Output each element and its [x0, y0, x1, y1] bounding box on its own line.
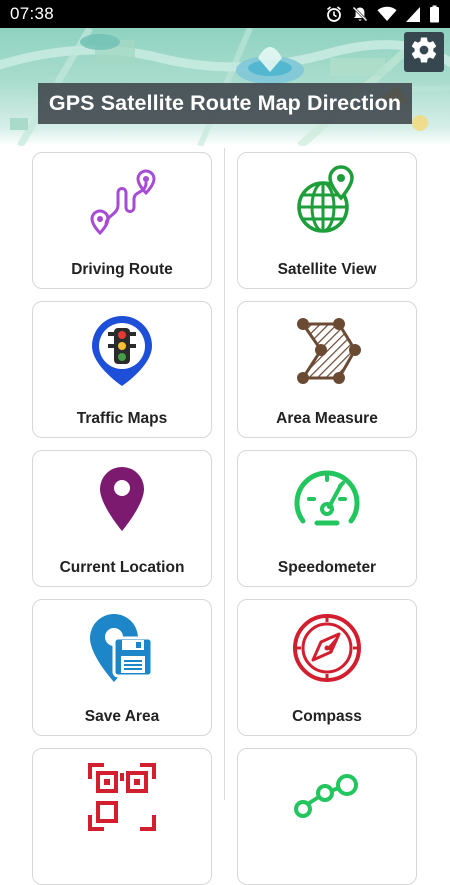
- header-banner: GPS Satellite Route Map Direction: [0, 28, 450, 146]
- location-pin-icon: [84, 461, 160, 537]
- menu-tile-label: Traffic Maps: [76, 410, 168, 427]
- polygon-area-icon: [289, 312, 365, 388]
- menu-tile-label: Current Location: [59, 559, 185, 576]
- menu-tile-compass[interactable]: Compass: [237, 599, 417, 736]
- menu-tile-label: Driving Route: [71, 261, 173, 278]
- menu-tile-traffic-maps[interactable]: Traffic Maps: [32, 301, 212, 438]
- menu-tile-label: Save Area: [84, 708, 160, 725]
- share-nodes-icon: [289, 759, 365, 835]
- settings-button[interactable]: [404, 32, 444, 72]
- column-divider: [224, 148, 225, 800]
- menu-tile-label: Area Measure: [276, 410, 378, 427]
- menu-tile-save-area[interactable]: Save Area: [32, 599, 212, 736]
- status-bar: 07:38: [0, 0, 450, 28]
- alarm-icon: [325, 5, 343, 23]
- traffic-light-pin-icon: [84, 312, 160, 388]
- route-pins-icon: [84, 163, 160, 239]
- status-time: 07:38: [10, 4, 55, 23]
- page-title: GPS Satellite Route Map Direction: [38, 83, 412, 124]
- status-icons: [325, 5, 440, 23]
- menu-tile-area-measure[interactable]: Area Measure: [237, 301, 417, 438]
- qr-code-icon: [84, 759, 160, 835]
- menu-tile-driving-route[interactable]: Driving Route: [32, 152, 212, 289]
- notifications-off-icon: [351, 5, 369, 23]
- signal-icon: [405, 5, 421, 23]
- menu-tile-share[interactable]: [237, 748, 417, 885]
- menu-tile-speedometer[interactable]: Speedometer: [237, 450, 417, 587]
- menu-tile-current-location[interactable]: Current Location: [32, 450, 212, 587]
- save-pin-icon: [84, 610, 160, 686]
- compass-icon: [289, 610, 365, 686]
- menu-tile-satellite-view[interactable]: Satellite View: [237, 152, 417, 289]
- menu-tile-qr-scanner[interactable]: [32, 748, 212, 885]
- globe-pin-icon: [289, 163, 365, 239]
- menu-tile-label: Compass: [292, 708, 362, 725]
- gear-icon: [409, 35, 439, 70]
- battery-icon: [429, 5, 440, 23]
- menu-tile-label: Satellite View: [277, 261, 377, 278]
- wifi-icon: [377, 5, 397, 23]
- speedometer-icon: [289, 461, 365, 537]
- menu-tile-label: Speedometer: [277, 559, 377, 576]
